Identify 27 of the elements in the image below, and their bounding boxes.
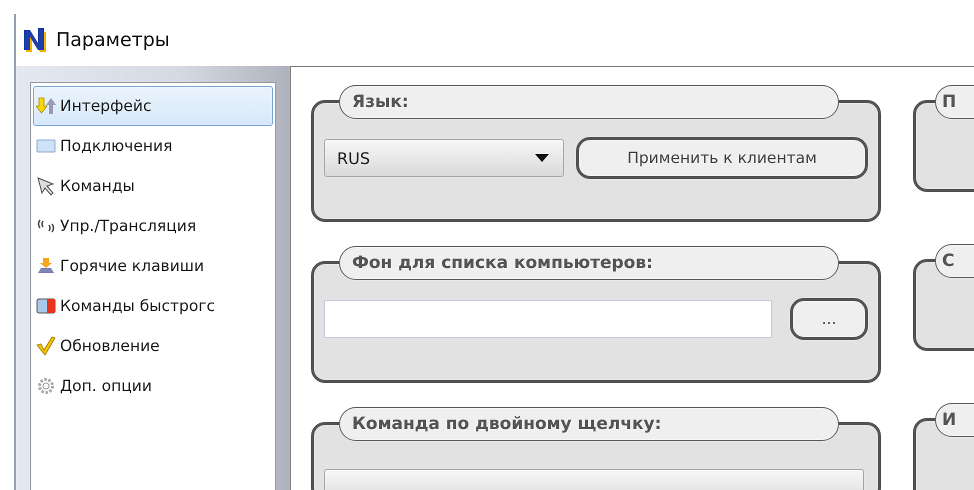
arrows-icon: [36, 96, 56, 116]
group-title: Команда по двойному щелчку:: [339, 407, 839, 441]
sidebar-item[interactable]: Команды быстрогс: [33, 286, 273, 326]
sidebar-item[interactable]: Подключения: [33, 126, 273, 166]
caret-icon: [535, 154, 549, 162]
checkmark-icon: [36, 336, 56, 356]
group-title: И: [935, 403, 974, 437]
gear-icon: [36, 376, 56, 396]
group-title: Фон для списка компьютеров:: [339, 246, 839, 280]
sidebar-item[interactable]: Горячие клавиши: [33, 246, 273, 286]
path-input-field[interactable]: [324, 300, 772, 338]
sidebar-item[interactable]: Интерфейс: [33, 86, 273, 126]
group-title: П: [935, 85, 974, 119]
apply-button[interactable]: Применить к клиентам: [576, 137, 868, 179]
sidebar-item[interactable]: Доп. опции: [33, 366, 273, 406]
window-title: Параметры: [56, 29, 170, 51]
sidebar-item[interactable]: Обновление: [33, 326, 273, 366]
app-logo-icon: [22, 26, 48, 54]
keyboard-key-icon: [36, 256, 56, 276]
group-title: С: [935, 244, 974, 278]
group-title: Язык:: [339, 85, 839, 119]
cursor-icon: [36, 176, 56, 196]
split-panel-icon: [36, 296, 56, 316]
sidebar-item[interactable]: Команды: [33, 166, 273, 206]
sidebar-item[interactable]: Упр./Трансляция: [33, 206, 273, 246]
language-dropdown[interactable]: RUS: [324, 139, 564, 177]
browse-button[interactable]: ...: [790, 298, 868, 340]
